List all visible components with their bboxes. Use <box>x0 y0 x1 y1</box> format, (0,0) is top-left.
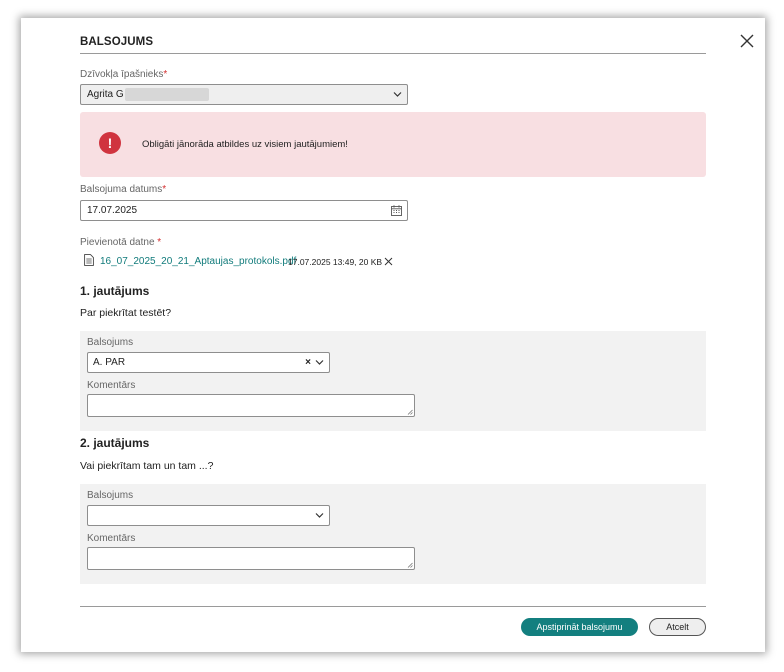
close-icon <box>384 257 393 266</box>
chevron-down-icon <box>315 359 324 366</box>
question-1-panel: Balsojums A. PAR × Komentārs <box>80 331 706 431</box>
vote-date-label: Balsojuma datums* <box>80 184 167 195</box>
footer-divider <box>80 606 706 607</box>
question-2-heading: 2. jautājums <box>80 436 150 450</box>
dialog-title: BALSOJUMS <box>80 36 154 48</box>
vote-date-input[interactable]: 17.07.2025 <box>80 200 408 221</box>
owner-select[interactable]: Agrita G <box>80 84 408 105</box>
close-dialog-button[interactable] <box>739 33 755 49</box>
vote-select-value: A. PAR <box>93 357 126 368</box>
cancel-button[interactable]: Atcelt <box>649 618 706 636</box>
exclamation-icon: ! <box>99 132 121 154</box>
owner-select-value: Agrita G <box>87 89 124 100</box>
question-1-heading: 1. jautājums <box>80 284 150 298</box>
question-2-vote-select[interactable] <box>87 505 330 526</box>
alert-message: Obligāti jānorāda atbildes uz visiem jau… <box>142 139 348 150</box>
owner-label: Dzīvokļa īpašnieks* <box>80 69 168 80</box>
validation-alert: ! Obligāti jānorāda atbildes uz visiem j… <box>80 112 706 177</box>
chevron-down-icon <box>315 512 324 519</box>
clear-selection-button[interactable]: × <box>305 357 311 368</box>
question-1-comment-input[interactable] <box>87 394 415 417</box>
vote-dialog: BALSOJUMS Dzīvokļa īpašnieks* Agrita G !… <box>21 18 765 652</box>
file-download-link[interactable]: 16_07_2025_20_21_Aptaujas_protokols.pdf <box>100 256 296 267</box>
document-icon <box>84 254 94 266</box>
question-2-text: Vai piekrītam tam un tam ...? <box>80 460 214 472</box>
resize-grip-icon[interactable] <box>407 562 413 568</box>
redacted-surname <box>124 87 209 101</box>
comment-label: Komentārs <box>87 380 136 391</box>
file-meta: 17.07.2025 13:49, 20 KB <box>288 257 383 267</box>
confirm-vote-button[interactable]: Apstiprināt balsojumu <box>521 618 638 636</box>
close-icon <box>740 34 754 48</box>
question-1-vote-select[interactable]: A. PAR × <box>87 352 330 373</box>
title-divider <box>80 53 706 54</box>
question-1-text: Par piekrītat testēt? <box>80 307 172 319</box>
vote-label: Balsojums <box>87 337 134 348</box>
calendar-icon[interactable] <box>391 205 402 216</box>
remove-file-button[interactable] <box>384 257 393 266</box>
comment-label: Komentārs <box>87 533 136 544</box>
vote-label: Balsojums <box>87 490 134 501</box>
resize-grip-icon[interactable] <box>407 409 413 415</box>
vote-date-value: 17.07.2025 <box>87 205 138 216</box>
attachment-label: Pievienotā datne * <box>80 237 162 248</box>
question-2-panel: Balsojums Komentārs <box>80 484 706 584</box>
chevron-down-icon <box>393 91 402 98</box>
question-2-comment-input[interactable] <box>87 547 415 570</box>
